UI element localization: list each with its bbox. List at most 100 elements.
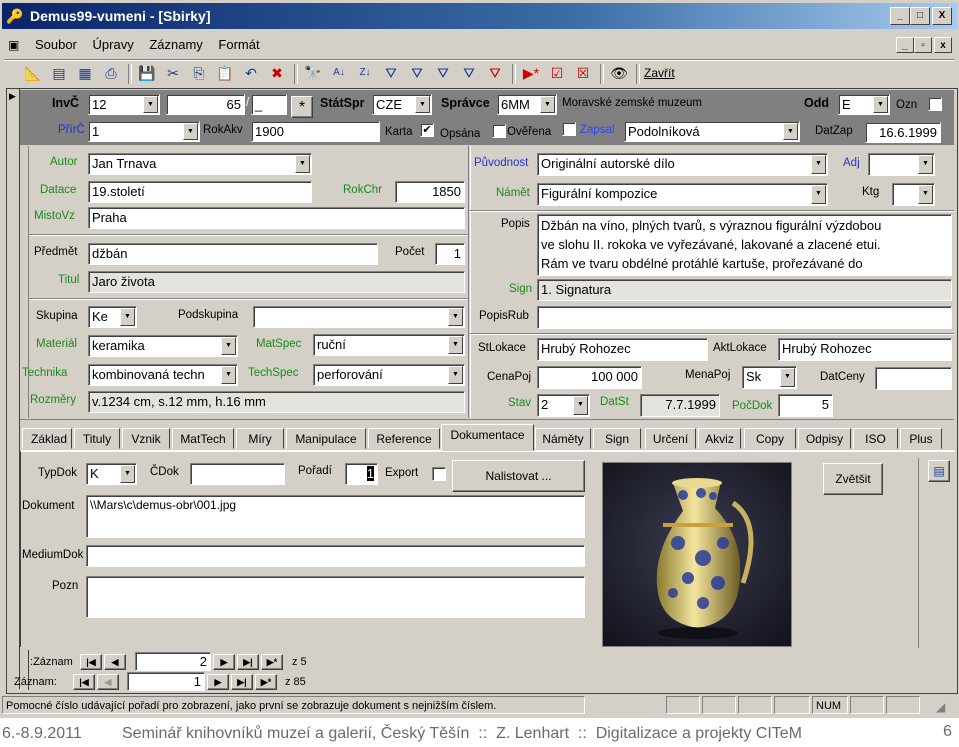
material-field[interactable]: keramika ▼ xyxy=(88,335,238,357)
chevron-down-icon[interactable]: ▼ xyxy=(120,308,135,326)
overena-checkbox[interactable] xyxy=(562,122,576,136)
doc-restore-button[interactable]: ▫ xyxy=(914,37,932,53)
nav-new-button[interactable]: ▶* xyxy=(255,674,277,690)
subnav-prev-button[interactable]: ◀ xyxy=(104,654,126,670)
ozn-checkbox[interactable] xyxy=(928,97,942,111)
remove-filter-icon[interactable]: ⛛ xyxy=(484,62,506,84)
form-view-icon[interactable]: ▤ xyxy=(48,62,70,84)
techspec-field[interactable]: perforování ▼ xyxy=(313,364,465,386)
aktlokace-field[interactable]: Hrubý Rohozec xyxy=(778,338,952,361)
edit-record-icon[interactable]: ☑ xyxy=(546,62,568,84)
matspec-field[interactable]: ruční ▼ xyxy=(313,334,465,356)
tab-miry[interactable]: Míry xyxy=(236,428,284,449)
tab-plus[interactable]: Plus xyxy=(900,428,942,449)
menu-zaznamy[interactable]: Záznamy xyxy=(149,37,202,52)
nav-first-button[interactable]: |◀ xyxy=(73,674,95,690)
stav-field[interactable]: 2 ▼ xyxy=(537,394,590,417)
opsana-checkbox[interactable] xyxy=(492,124,506,138)
new-record-icon[interactable]: ▶* xyxy=(520,62,542,84)
pozn-field[interactable] xyxy=(86,576,585,618)
technika-field[interactable]: kombinovaná techn ▼ xyxy=(88,364,238,386)
spravce-field[interactable]: 6MM ▼ xyxy=(497,94,557,115)
copy-icon[interactable]: ⎘ xyxy=(188,62,210,84)
cut-icon[interactable]: ✂ xyxy=(162,62,184,84)
datst-field[interactable]: 7.7.1999 xyxy=(640,394,720,417)
pocet-field[interactable]: 1 xyxy=(435,243,465,265)
invc-field[interactable]: 12 ▼ xyxy=(88,94,160,115)
subnav-record-input[interactable]: 2 xyxy=(135,652,211,671)
tab-odpisy[interactable]: Odpisy xyxy=(798,428,851,449)
chevron-down-icon[interactable]: ▼ xyxy=(415,96,430,113)
cdok-field[interactable] xyxy=(190,463,285,485)
export-checkbox[interactable] xyxy=(432,467,446,481)
chevron-down-icon[interactable]: ▼ xyxy=(811,155,826,174)
nalistovat-button[interactable]: Nalistovat ... xyxy=(452,460,585,492)
tab-zaklad[interactable]: Základ xyxy=(22,428,72,449)
stlokace-field[interactable]: Hrubý Rohozec xyxy=(537,338,708,361)
odd-field[interactable]: E ▼ xyxy=(838,94,890,115)
nav-last-button[interactable]: ▶| xyxy=(231,674,253,690)
adj-field[interactable]: ▼ xyxy=(868,153,935,176)
tab-vznik[interactable]: Vznik xyxy=(122,428,170,449)
delete-icon[interactable]: ✖ xyxy=(266,62,288,84)
tab-copy[interactable]: Copy xyxy=(744,428,796,449)
tab-tituly[interactable]: Tituly xyxy=(74,428,120,449)
karta-checkbox[interactable]: ✔ xyxy=(420,123,434,137)
namet-field[interactable]: Figurální kompozice ▼ xyxy=(537,183,828,206)
sign-field[interactable]: 1. Signatura xyxy=(537,279,952,301)
minimize-button[interactable]: _ xyxy=(890,7,910,25)
close-button[interactable]: X xyxy=(932,7,952,25)
subnav-new-button[interactable]: ▶* xyxy=(261,654,283,670)
prirc-field[interactable]: 1 ▼ xyxy=(88,121,200,142)
doc-minimize-button[interactable]: _ xyxy=(896,37,914,53)
delete-record-icon[interactable]: ☒ xyxy=(572,62,594,84)
nav-record-input[interactable]: 1 xyxy=(127,672,205,691)
chevron-down-icon[interactable]: ▼ xyxy=(918,185,933,204)
undo-icon[interactable]: ↶ xyxy=(240,62,262,84)
tab-namety[interactable]: Náměty xyxy=(535,428,591,449)
tab-mattech[interactable]: MatTech xyxy=(172,428,234,449)
autor-field[interactable]: Jan Trnava ▼ xyxy=(88,153,312,175)
datace-field[interactable]: 19.století xyxy=(88,181,312,203)
datzap-field[interactable]: 16.6.1999 xyxy=(865,122,941,143)
mediumdok-field[interactable] xyxy=(86,545,585,567)
skupina-field[interactable]: Ke ▼ xyxy=(88,306,137,328)
menu-upravy[interactable]: Úpravy xyxy=(93,37,134,52)
cenapoj-field[interactable]: 100 000 xyxy=(537,366,642,389)
chevron-down-icon[interactable]: ▼ xyxy=(221,337,236,355)
filter-by-form-icon[interactable]: ⛛ xyxy=(406,62,428,84)
print-icon[interactable]: ⎙ xyxy=(100,62,122,84)
tab-akviz[interactable]: Akviz xyxy=(698,428,741,449)
apply-filter-icon[interactable]: ⛛ xyxy=(432,62,454,84)
typdok-field[interactable]: K ▼ xyxy=(86,463,137,485)
subnav-last-button[interactable]: ▶| xyxy=(237,654,259,670)
tab-dokumentace[interactable]: Dokumentace xyxy=(441,424,534,451)
design-view-icon[interactable]: 📐 xyxy=(22,62,44,84)
subnav-first-button[interactable]: |◀ xyxy=(80,654,102,670)
mistovz-field[interactable]: Praha xyxy=(88,207,465,229)
chevron-down-icon[interactable]: ▼ xyxy=(143,96,158,113)
advanced-filter-icon[interactable]: ⛛ xyxy=(458,62,480,84)
find-icon[interactable]: 🔭 xyxy=(302,62,324,84)
predmet-field[interactable]: džbán xyxy=(88,243,378,265)
chevron-down-icon[interactable]: ▼ xyxy=(183,123,198,140)
tab-iso[interactable]: ISO xyxy=(853,428,898,449)
invc3-field[interactable]: _ xyxy=(251,94,287,115)
sort-ascending-icon[interactable]: A↓ xyxy=(328,62,350,84)
close-form-button[interactable]: Zavřít xyxy=(644,66,675,80)
dokument-field[interactable]: \\Mars\c\demus-obr\001.jpg xyxy=(86,495,585,538)
rokakv-field[interactable]: 1900 xyxy=(251,121,380,142)
chevron-down-icon[interactable]: ▼ xyxy=(540,96,555,113)
datceny-field[interactable] xyxy=(875,367,952,390)
tab-reference[interactable]: Reference xyxy=(368,428,440,449)
menu-format[interactable]: Formát xyxy=(218,37,259,52)
chevron-down-icon[interactable]: ▼ xyxy=(295,155,310,173)
poradi-field[interactable]: 1 xyxy=(345,463,378,485)
chevron-down-icon[interactable]: ▼ xyxy=(448,336,463,354)
popis-textarea[interactable]: Džbán na víno, plných tvarů, s výraznou … xyxy=(537,214,952,276)
save-record-icon[interactable]: 💾 xyxy=(136,62,158,84)
nav-next-button[interactable]: ▶ xyxy=(207,674,229,690)
chevron-down-icon[interactable]: ▼ xyxy=(783,123,798,140)
paste-icon[interactable]: 📋 xyxy=(214,62,236,84)
tab-urceni[interactable]: Určení xyxy=(645,428,696,449)
